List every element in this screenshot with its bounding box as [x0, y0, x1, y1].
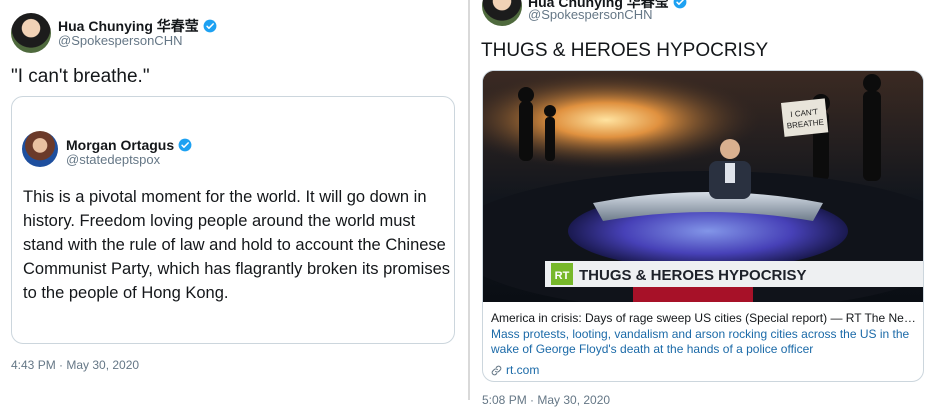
card-domain[interactable]: rt.com	[491, 363, 917, 377]
tweet-timestamp[interactable]: 4:43 PM · May 30, 2020	[11, 358, 139, 372]
lower-third-title: THUGS & HEROES HYPOCRISY	[579, 267, 807, 284]
panel-divider	[468, 0, 470, 400]
quoted-tweet[interactable]: Morgan Ortagus @statedeptspox This is a …	[11, 96, 455, 344]
card-domain-text[interactable]: rt.com	[506, 363, 539, 377]
tweet-timestamp[interactable]: 5:08 PM · May 30, 2020	[482, 393, 610, 407]
tweet-text: "I can't breathe."	[11, 66, 150, 87]
avatar[interactable]	[11, 13, 51, 53]
rt-logo: RT	[555, 270, 570, 282]
avatar[interactable]	[482, 0, 522, 26]
quoted-author-name-text[interactable]: Morgan Ortagus	[66, 137, 174, 153]
quoted-author-name[interactable]: Morgan Ortagus	[66, 137, 192, 153]
card-meta[interactable]: America in crisis: Days of rage sweep US…	[491, 311, 917, 377]
verified-badge-icon	[178, 138, 192, 152]
verified-badge-icon	[673, 0, 687, 9]
rt-broadcast-image: I CAN'T BREATHE RT THUGS & HEROES HYPOCR…	[483, 71, 923, 302]
card-description: Mass protests, looting, vandalism and ar…	[491, 327, 910, 356]
card-image[interactable]: I CAN'T BREATHE RT THUGS & HEROES HYPOCR…	[483, 71, 923, 302]
verified-badge-icon	[203, 19, 217, 33]
link-preview-card[interactable]: I CAN'T BREATHE RT THUGS & HEROES HYPOCR…	[482, 70, 924, 382]
quoted-avatar[interactable]	[22, 131, 58, 167]
link-icon	[491, 365, 502, 375]
author-handle[interactable]: @SpokespersonCHN	[58, 33, 182, 48]
tweet-text: THUGS & HEROES HYPOCRISY	[481, 40, 769, 61]
quoted-author-handle[interactable]: @statedeptspox	[66, 152, 160, 167]
author-handle[interactable]: @SpokespersonCHN	[528, 7, 652, 22]
quoted-tweet-text: This is a pivotal moment for the world. …	[23, 188, 451, 302]
card-title[interactable]: America in crisis: Days of rage sweep US…	[491, 311, 917, 325]
